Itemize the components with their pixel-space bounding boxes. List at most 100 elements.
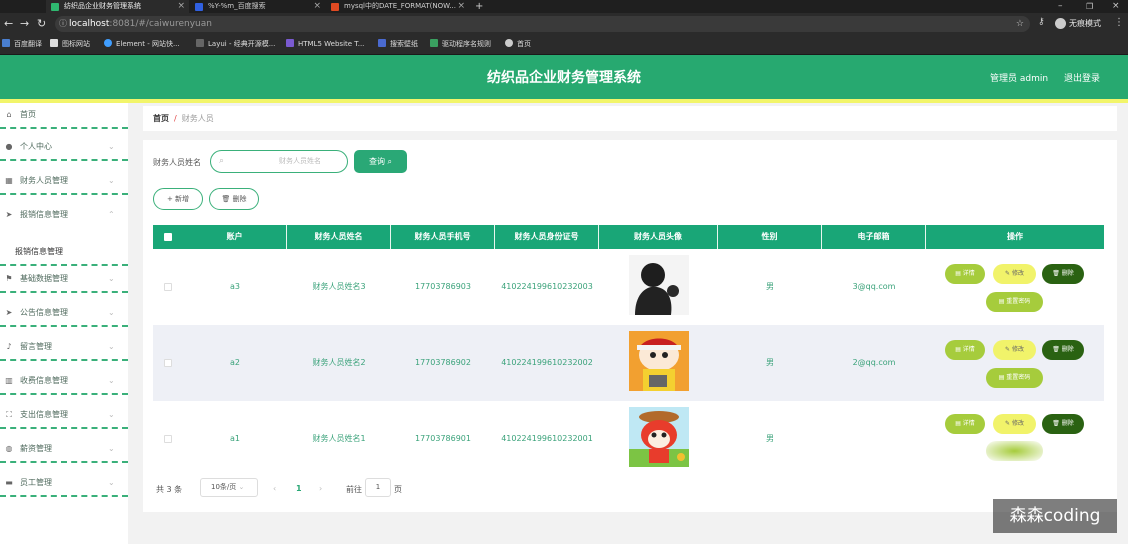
- cell-email: 3@qq.com: [852, 282, 896, 291]
- reset-password-button[interactable]: ▤ 重置密码: [986, 368, 1043, 388]
- bookmark-label: Layui - 经典开源模...: [208, 40, 276, 48]
- reset-password-button[interactable]: [986, 441, 1043, 461]
- sidebar-item-home[interactable]: ⌂ 首页: [0, 103, 128, 131]
- cell-name: 财务人员姓名3: [312, 282, 366, 291]
- close-window-icon[interactable]: ×: [1112, 0, 1120, 13]
- row-checkbox[interactable]: [164, 359, 172, 367]
- breadcrumb-home[interactable]: 首页: [153, 114, 169, 123]
- detail-label: 详情: [962, 346, 975, 353]
- search-button[interactable]: 查询 ⌕: [354, 150, 407, 173]
- driver-icon: [430, 39, 438, 47]
- bookmark-item[interactable]: 图标网站: [50, 39, 90, 50]
- table-row: a2 财务人员姓名2 17703786902 41022419961023200…: [153, 325, 1104, 401]
- row-checkbox[interactable]: [164, 283, 172, 291]
- breadcrumb-current: 财务人员: [181, 114, 214, 123]
- bookmark-item[interactable]: Layui - 经典开源模...: [196, 39, 275, 50]
- select-all-checkbox[interactable]: [164, 233, 172, 241]
- bookmark-item[interactable]: 百度翻译: [14, 39, 42, 50]
- sidebar-item-messages[interactable]: ♪ 留言管理 ⌄: [0, 335, 128, 363]
- sidebar-item-salary[interactable]: ◍ 薪资管理 ⌄: [0, 437, 128, 465]
- sidebar-item-finance-staff[interactable]: ▦ 财务人员管理 ⌄: [0, 169, 128, 197]
- next-page-icon[interactable]: ›: [319, 484, 322, 493]
- sidebar-item-announcements[interactable]: ➤ 公告信息管理 ⌄: [0, 301, 128, 329]
- trash-icon: 🗑: [1052, 420, 1060, 427]
- doc-icon: ▤: [955, 270, 961, 277]
- doc-icon: ▤: [955, 346, 961, 353]
- star-icon[interactable]: ☆: [1016, 16, 1024, 32]
- goto-page-input[interactable]: 1: [365, 478, 391, 497]
- key-icon[interactable]: ⚷: [1038, 17, 1045, 27]
- new-tab-icon[interactable]: +: [475, 0, 483, 13]
- sidebar-item-profile[interactable]: ● 个人中心 ⌄: [0, 135, 128, 163]
- browser-tab[interactable]: mysql中的DATE_FORMAT(NOW... ×: [326, 0, 469, 13]
- sidebar-item-employees[interactable]: ▬ 员工管理 ⌄: [0, 471, 128, 499]
- bookmark-item[interactable]: 首页: [505, 39, 531, 50]
- browser-tab-active[interactable]: 纺织品企业财务管理系统 ×: [46, 0, 189, 13]
- edit-button[interactable]: ✎ 修改: [993, 340, 1036, 360]
- bookmark-label: 首页: [517, 40, 531, 48]
- delete-button-label: 删除: [232, 195, 247, 203]
- delete-label: 删除: [1061, 270, 1074, 277]
- edit-button[interactable]: ✎ 修改: [993, 414, 1036, 434]
- close-tab-icon[interactable]: ×: [457, 0, 465, 13]
- url-input[interactable]: ⓘ localhost:8081/#/caiwurenyuan ☆: [55, 16, 1030, 32]
- detail-button[interactable]: ▤ 详情: [945, 264, 985, 284]
- column-header: 性别: [718, 225, 822, 249]
- bookmark-item[interactable]: 驱动程序名规则: [430, 39, 491, 50]
- delete-button[interactable]: 🗑 删除: [1042, 264, 1084, 284]
- send-icon: ➤: [5, 210, 13, 219]
- search-placeholder: 财务人员姓名: [279, 157, 321, 165]
- minimize-icon[interactable]: –: [1058, 0, 1063, 13]
- forward-icon[interactable]: →: [20, 17, 29, 30]
- delete-label: 删除: [1061, 420, 1074, 427]
- back-icon[interactable]: ←: [4, 17, 13, 30]
- bookmark-item[interactable]: HTML5 Website T...: [286, 39, 364, 50]
- column-header: 财务人员姓名: [287, 225, 391, 249]
- column-header: 财务人员身份证号: [495, 225, 599, 249]
- delete-button[interactable]: 🗑 删除: [1042, 414, 1084, 434]
- sidebar-item-income[interactable]: ▥ 收费信息管理 ⌄: [0, 369, 128, 397]
- detail-button[interactable]: ▤ 详情: [945, 414, 985, 434]
- sidebar-item-label: 员工管理: [20, 478, 52, 487]
- main-content: 财务人员姓名 ⌕ 财务人员姓名 查询 ⌕ + 新增 🗑 删除 账户 财务人员姓名…: [143, 140, 1117, 512]
- flag-icon: ⚑: [5, 274, 13, 283]
- restore-icon[interactable]: ❐: [1086, 0, 1093, 13]
- search-input[interactable]: ⌕ 财务人员姓名: [210, 150, 348, 173]
- edit-label: 修改: [1011, 270, 1024, 277]
- add-button[interactable]: + 新增: [153, 188, 203, 210]
- sidebar-subitem-reimbursement[interactable]: 报销信息管理: [0, 240, 128, 266]
- reload-icon[interactable]: ↻: [37, 17, 46, 30]
- bookmark-item[interactable]: Element - 网站快...: [104, 39, 180, 50]
- chevron-down-icon: ⌄: [108, 376, 115, 385]
- detail-button[interactable]: ▤ 详情: [945, 340, 985, 360]
- cell-gender: 男: [766, 358, 774, 367]
- detail-label: 详情: [962, 420, 975, 427]
- sidebar-item-expenses[interactable]: ⛶ 支出信息管理 ⌄: [0, 403, 128, 431]
- prev-page-icon[interactable]: ‹: [273, 484, 276, 493]
- row-checkbox[interactable]: [164, 435, 172, 443]
- menu-icon[interactable]: ⋮: [1114, 17, 1124, 28]
- avatar: [629, 331, 689, 391]
- delete-button[interactable]: 🗑 删除: [1042, 340, 1084, 360]
- incognito-indicator[interactable]: 无痕模式: [1055, 16, 1101, 32]
- apps-icon[interactable]: [2, 39, 14, 50]
- chevron-down-icon: ⌄: [108, 274, 115, 283]
- close-tab-icon[interactable]: ×: [177, 0, 185, 13]
- page-number[interactable]: 1: [296, 484, 302, 493]
- user-icon: ●: [5, 142, 13, 151]
- page-size-select[interactable]: 10条/页 ⌄: [200, 478, 258, 497]
- logout-link[interactable]: 退出登录: [1064, 71, 1100, 84]
- info-icon[interactable]: ⓘ: [59, 16, 67, 32]
- browser-tab[interactable]: %Y-%m_百度搜索 ×: [190, 0, 325, 13]
- sidebar-item-basic-data[interactable]: ⚑ 基础数据管理 ⌄: [0, 267, 128, 295]
- sidebar-item-label: 收费信息管理: [20, 376, 68, 385]
- close-tab-icon[interactable]: ×: [313, 0, 321, 13]
- reset-password-button[interactable]: ▤ 重置密码: [986, 292, 1043, 312]
- batch-delete-button[interactable]: 🗑 删除: [209, 188, 259, 210]
- sidebar-item-reimbursement[interactable]: ➤ 报销信息管理 ⌃: [0, 203, 128, 231]
- sidebar-item-label: 财务人员管理: [20, 176, 68, 185]
- bookmark-label: HTML5 Website T...: [298, 40, 365, 48]
- page-size-value: 10条/页: [211, 483, 237, 491]
- edit-button[interactable]: ✎ 修改: [993, 264, 1036, 284]
- bookmark-item[interactable]: 搜索壁纸: [378, 39, 418, 50]
